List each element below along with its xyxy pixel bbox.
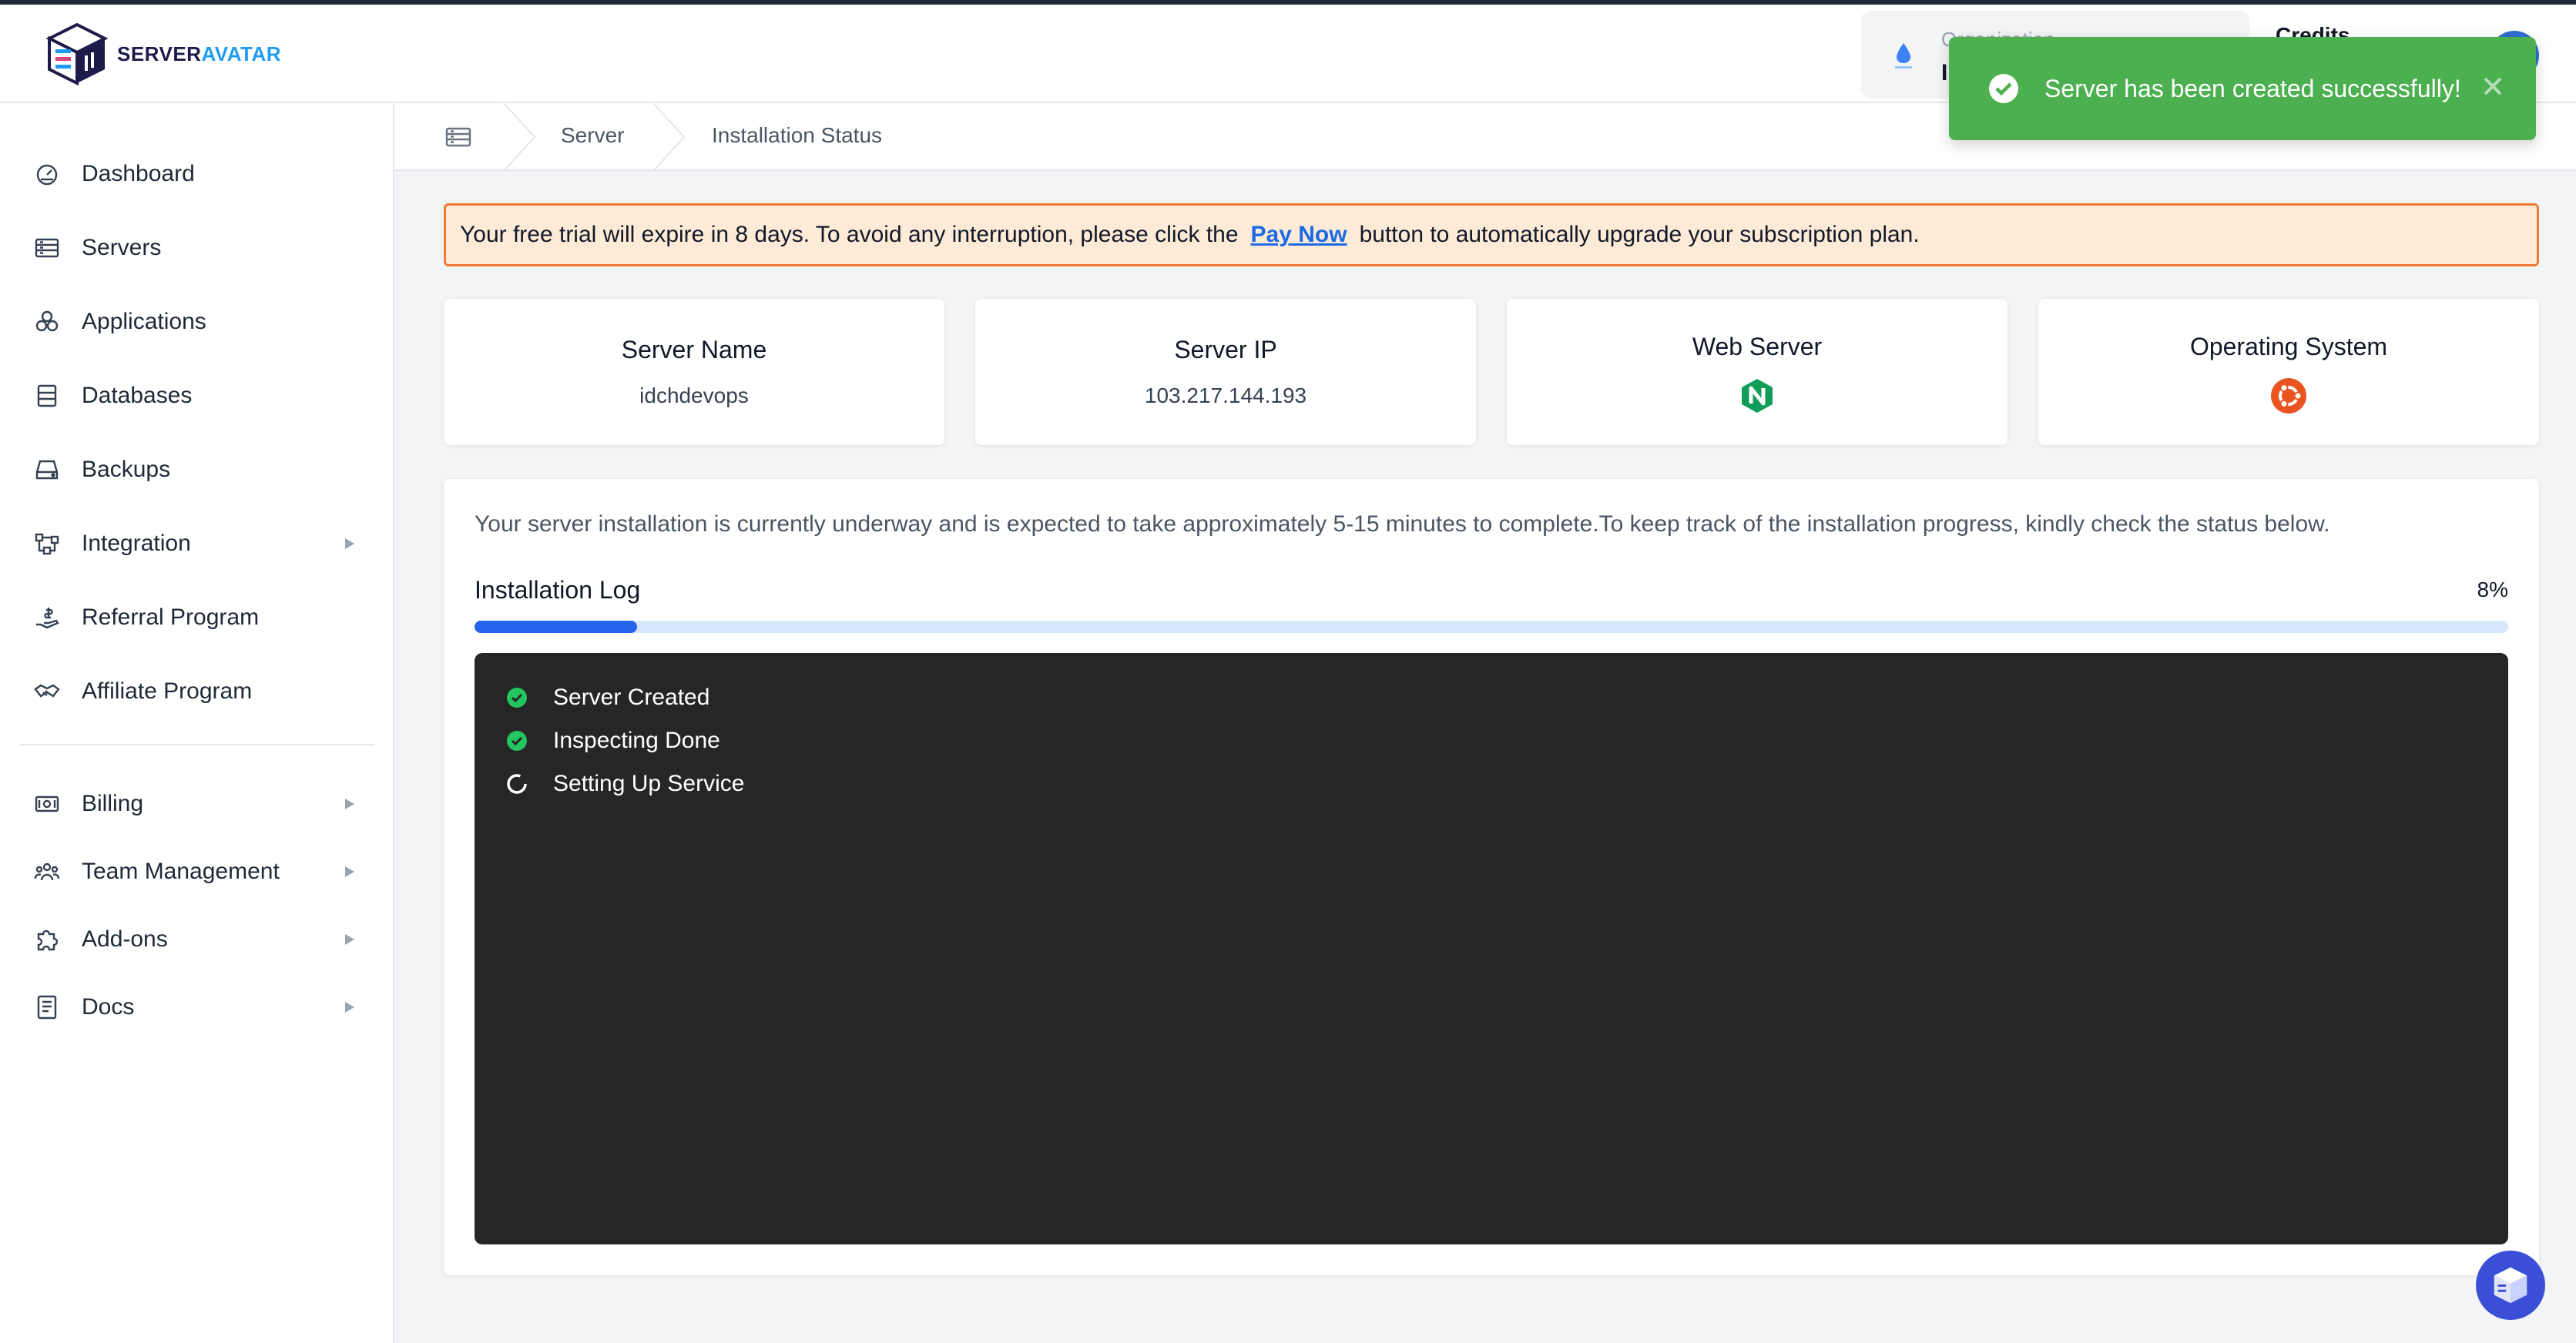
server-name-value: idchdevops (639, 383, 749, 407)
installation-description: Your server installation is currently un… (475, 511, 2330, 537)
web-server-card: Web Server (1507, 299, 2007, 445)
sidebar-item-affiliate[interactable]: Affiliate Program (0, 664, 393, 719)
progress-percent: 8% (2477, 578, 2508, 601)
card-title: Web Server (1692, 333, 1823, 360)
trial-text-before: Your free trial will expire in 8 days. T… (460, 222, 1239, 247)
sidebar-item-applications[interactable]: Applications (0, 294, 393, 350)
breadcrumb-separator (503, 103, 536, 171)
installation-log-title: Installation Log (475, 576, 641, 604)
close-icon[interactable] (2480, 74, 2505, 99)
team-icon (34, 862, 60, 881)
sidebar-item-billing[interactable]: Billing (0, 776, 393, 832)
installation-card: Your server installation is currently un… (444, 479, 2539, 1275)
sidebar-item-backups[interactable]: Backups (0, 442, 393, 497)
sidebar-item-servers[interactable]: Servers (0, 220, 393, 276)
nginx-icon (1742, 379, 1773, 413)
serveravatar-chat-icon (2494, 1267, 2527, 1304)
sidebar-item-label: Servers (82, 235, 162, 260)
organization-logo-icon (1895, 43, 1912, 69)
progress-bar-fill (475, 621, 638, 633)
sidebar-item-integration[interactable]: Integration (0, 516, 393, 571)
database-icon (37, 384, 57, 407)
serveravatar-logo-icon (46, 22, 108, 86)
server-ip-card: Server IP 103.217.144.193 (975, 299, 1476, 445)
ubuntu-icon (2271, 378, 2306, 414)
sidebar-divider (20, 744, 374, 745)
chevron-right-icon (345, 799, 354, 809)
sidebar-item-label: Add-ons (82, 926, 168, 952)
sidebar-item-label: Applications (82, 309, 206, 334)
breadcrumb-current: Installation Status (712, 123, 883, 147)
sidebar-item-addons[interactable]: Add-ons (0, 912, 393, 967)
chevron-right-icon (345, 866, 354, 877)
sidebar-item-label: Docs (82, 994, 135, 1020)
log-step-label: Setting Up Service (553, 771, 745, 796)
sidebar-item-dashboard[interactable]: Dashboard (0, 146, 393, 202)
sidebar-item-label: Dashboard (82, 161, 195, 186)
trial-expiry-banner: Your free trial will expire in 8 days. T… (444, 203, 2539, 266)
log-step-server-created: Server Created (505, 682, 709, 713)
brand-logo[interactable]: SERVERAVATAR (46, 22, 281, 86)
loading-spinner-icon (507, 774, 527, 794)
progress-bar (475, 621, 2508, 633)
breadcrumb-server-link[interactable]: Server (561, 123, 624, 148)
trial-text-after: button to automatically upgrade your sub… (1359, 222, 1920, 247)
log-step-label: Server Created (553, 685, 710, 710)
chevron-right-icon (345, 538, 354, 549)
sidebar-item-label: Affiliate Program (82, 678, 253, 704)
card-title: Operating System (2189, 333, 2388, 360)
card-title: Server IP (1174, 336, 1277, 363)
billing-icon (35, 795, 59, 812)
sidebar-item-team-management[interactable]: Team Management (0, 844, 393, 899)
sidebar-item-label: Backups (82, 457, 171, 482)
sidebar-item-docs[interactable]: Docs (0, 980, 393, 1035)
installation-log-console: Server Created Inspecting Done Setting U… (475, 653, 2508, 1244)
integration-icon (35, 533, 59, 555)
server-ip-value: 103.217.144.193 (1144, 383, 1307, 407)
log-step-label: Inspecting Done (553, 728, 720, 753)
sidebar-item-databases[interactable]: Databases (0, 368, 393, 424)
sidebar: Dashboard Servers Applications Databases… (0, 103, 394, 1343)
referral-icon (36, 608, 59, 629)
check-circle-icon (1989, 74, 2018, 103)
card-title: Server Name (621, 336, 767, 363)
log-step-setting-up-service: Setting Up Service (505, 769, 744, 799)
sidebar-item-label: Billing (82, 791, 144, 816)
docs-icon (37, 995, 57, 1020)
addons-icon (37, 929, 59, 951)
dashboard-icon (36, 164, 58, 186)
applications-icon (35, 310, 59, 332)
toast-message: Server has been created successfully! (2044, 74, 2461, 102)
sidebar-item-label: Team Management (82, 859, 280, 884)
pay-now-link[interactable]: Pay Now (1251, 222, 1347, 248)
support-chat-button[interactable] (2476, 1251, 2545, 1320)
affiliate-icon (34, 684, 60, 698)
breadcrumb-separator (652, 103, 686, 171)
sidebar-item-label: Referral Program (82, 605, 260, 630)
log-step-inspecting-done: Inspecting Done (505, 725, 720, 756)
sidebar-item-label: Databases (82, 383, 193, 408)
organization-value: I (1941, 60, 1948, 85)
chevron-right-icon (345, 934, 354, 945)
brand-name: SERVERAVATAR (117, 42, 282, 65)
sidebar-item-referral[interactable]: Referral Program (0, 590, 393, 645)
server-name-card: Server Name idchdevops (444, 299, 944, 445)
server-icon (35, 238, 59, 258)
operating-system-card: Operating System (2038, 299, 2539, 445)
chevron-right-icon (345, 1002, 354, 1013)
check-circle-icon (507, 688, 527, 708)
check-circle-icon (507, 731, 527, 751)
backup-icon (35, 460, 59, 480)
server-list-icon[interactable] (445, 126, 471, 148)
success-toast: Server has been created successfully! (1949, 37, 2536, 140)
sidebar-item-label: Integration (82, 531, 191, 556)
